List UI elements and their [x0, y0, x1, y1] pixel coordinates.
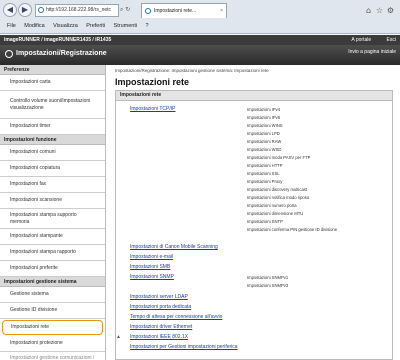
browser-right-icons: ⌂ ☆ ⚙: [363, 3, 396, 18]
sidebar-item-scan[interactable]: Impostazioni scansione: [0, 193, 105, 209]
browser-tab[interactable]: Impostazioni rete... ×: [141, 3, 227, 18]
sidebar-section-system: Impostazioni gestione sistema: [0, 277, 105, 287]
address-tools[interactable]: ⌕ ↻: [120, 4, 140, 17]
sub-multicast[interactable]: Impostazioni discovery multicast: [247, 187, 307, 192]
sidebar-item-network[interactable]: Impostazioni rete: [2, 320, 103, 335]
forward-icon[interactable]: ▶: [18, 3, 32, 17]
menu-bar: File Modifica Visualizza Preferiti Strum…: [0, 19, 400, 33]
sub-ftp-pasv[interactable]: Impostazioni modo PASV per FTP: [247, 155, 310, 160]
link-dedicated-port[interactable]: Impostazioni porta dedicata: [130, 304, 191, 310]
app-title: Impostazioni/Registrazione: [16, 50, 107, 57]
address-bar[interactable]: http://192.168.222.98/rs_netc: [35, 4, 119, 17]
link-ethernet-driver[interactable]: Impostazioni driver Ethernet: [130, 324, 192, 330]
portal-link[interactable]: A portale: [351, 37, 371, 43]
back-to-home-link[interactable]: Invio a pagina iniziale: [348, 49, 396, 55]
menu-view[interactable]: Visualizza: [53, 19, 78, 33]
link-smb[interactable]: Impostazioni SMB: [130, 264, 170, 270]
address-row: ◀ ▶ http://192.168.222.98/rs_netc ⌕ ↻ Im…: [2, 2, 398, 19]
link-ieee8021x[interactable]: Impostazioni IEEE 802.1X: [130, 334, 188, 340]
sidebar-item-communication[interactable]: Impostazioni gestione comunicazioni / im…: [0, 352, 105, 360]
sidebar-item-memory-print[interactable]: Impostazioni stampa supporto memoria: [0, 209, 105, 229]
settings-logo-icon: [5, 50, 13, 58]
search-icon[interactable]: ⌕: [120, 6, 123, 13]
sub-proxy[interactable]: Impostazioni Proxy: [247, 179, 282, 184]
address-text: http://192.168.222.98/rs_netc: [46, 7, 112, 13]
sub-port-number[interactable]: Impostazioni numero porta: [247, 203, 297, 208]
link-mobile-scanning[interactable]: Impostazioni di Canon Mobile Scanning: [130, 244, 218, 250]
menu-file[interactable]: File: [7, 19, 16, 33]
sidebar-item-timer[interactable]: Impostazioni timer: [0, 119, 105, 135]
gear-icon[interactable]: ⚙: [385, 3, 396, 18]
sidebar-item-fax[interactable]: Impostazioni fax: [0, 177, 105, 193]
favorites-icon[interactable]: ☆: [374, 3, 385, 18]
sub-raw[interactable]: Impostazioni RAW: [247, 139, 281, 144]
tab-ie-icon: [145, 8, 151, 14]
sub-wsd[interactable]: Impostazioni WSD: [247, 147, 281, 152]
menu-edit[interactable]: Modifica: [24, 19, 44, 33]
link-email[interactable]: Impostazioni e-mail: [130, 254, 173, 260]
sub-pin-confirm[interactable]: Impostazioni conferma PIN gestione ID di…: [247, 227, 337, 232]
header-links: A portale Esci: [337, 37, 396, 43]
link-device-settings-management[interactable]: Impostazioni per Gestioni impostazioni p…: [130, 344, 238, 350]
link-snmp[interactable]: Impostazioni SNMP: [130, 274, 174, 280]
sidebar-item-security[interactable]: Impostazioni protezione: [0, 336, 105, 352]
panel-title: Impostazioni rete: [116, 91, 392, 101]
sub-ipv6[interactable]: Impostazioni IPv6: [247, 115, 280, 120]
close-tab-icon[interactable]: ×: [220, 4, 223, 18]
link-ldap[interactable]: Impostazioni server LDAP: [130, 294, 188, 300]
settings-panel: Impostazioni rete Impostazioni TCP/IP Im…: [115, 90, 393, 360]
sub-snmpv1[interactable]: Impostazioni SNMPv1: [247, 275, 288, 280]
ie-icon: [38, 7, 44, 13]
main-content: Impostazioni/Registrazione: Impostazioni…: [107, 65, 400, 360]
sidebar-item-favorites[interactable]: Impostazioni preferite: [0, 261, 105, 277]
sidebar-item-common[interactable]: Impostazioni comuni: [0, 145, 105, 161]
scroll-to-top-icon[interactable]: ▲: [116, 334, 121, 340]
sidebar-item-copy[interactable]: Impostazioni copiatura: [0, 161, 105, 177]
menu-favorites[interactable]: Preferiti: [86, 19, 105, 33]
menu-help[interactable]: ?: [145, 19, 148, 33]
sidebar-section-function: Impostazioni funzione: [0, 135, 105, 145]
sub-ssl[interactable]: Impostazioni SSL: [247, 171, 280, 176]
sub-mtu[interactable]: Impostazioni dimensione MTU: [247, 211, 303, 216]
title-bar: Impostazioni/Registrazione Invio a pagin…: [0, 45, 400, 65]
sidebar-item-report[interactable]: Impostazioni stampa rapporto: [0, 245, 105, 261]
link-startup-wait[interactable]: Tempo di attesa per connessione all'avvi…: [130, 314, 222, 320]
browser-chrome: ◀ ▶ http://192.168.222.98/rs_netc ⌕ ↻ Im…: [0, 0, 400, 34]
sidebar-item-department-id[interactable]: Gestione ID divisione: [0, 303, 105, 319]
sidebar-item-system-management[interactable]: Gestione sistema: [0, 287, 105, 303]
menu-tools[interactable]: Strumenti: [114, 19, 138, 33]
sub-snmpv3[interactable]: Impostazioni SNMPv3: [247, 283, 288, 288]
sidebar: Preferenze Impostazioni carta Controllo …: [0, 65, 106, 360]
link-tcpip[interactable]: Impostazioni TCP/IP: [130, 106, 175, 112]
sub-sntp[interactable]: Impostazioni SNTP: [247, 219, 283, 224]
page-title: Impostazioni rete: [115, 77, 190, 87]
sidebar-item-printer[interactable]: Impostazioni stampante: [0, 229, 105, 245]
sub-ipv4[interactable]: Impostazioni IPv4: [247, 107, 280, 112]
sidebar-item-volume[interactable]: Controllo volume suoni/Impostazioni visu…: [0, 91, 105, 119]
sidebar-item-paper[interactable]: Impostazioni carta: [0, 75, 105, 91]
exit-link[interactable]: Esci: [387, 37, 396, 43]
sub-lpd[interactable]: Impostazioni LPD: [247, 131, 280, 136]
sidebar-section-preferences: Preferenze: [0, 65, 105, 75]
refresh-icon[interactable]: ↻: [125, 6, 130, 13]
back-icon[interactable]: ◀: [3, 3, 17, 17]
breadcrumb: Impostazioni/Registrazione: Impostazioni…: [115, 68, 269, 73]
app-header: imageRUNNER / imageRUNNER1435 / iR1435 A…: [0, 35, 400, 65]
sub-sleep-notify[interactable]: Impostazioni notifica modo riposo: [247, 195, 309, 200]
sub-wins[interactable]: Impostazioni WINS: [247, 123, 283, 128]
device-name: imageRUNNER / imageRUNNER1435 / iR1435: [4, 37, 112, 43]
sub-http[interactable]: Impostazioni HTTP: [247, 163, 283, 168]
home-icon[interactable]: ⌂: [363, 3, 374, 18]
tab-title: Impostazioni rete...: [154, 8, 197, 14]
